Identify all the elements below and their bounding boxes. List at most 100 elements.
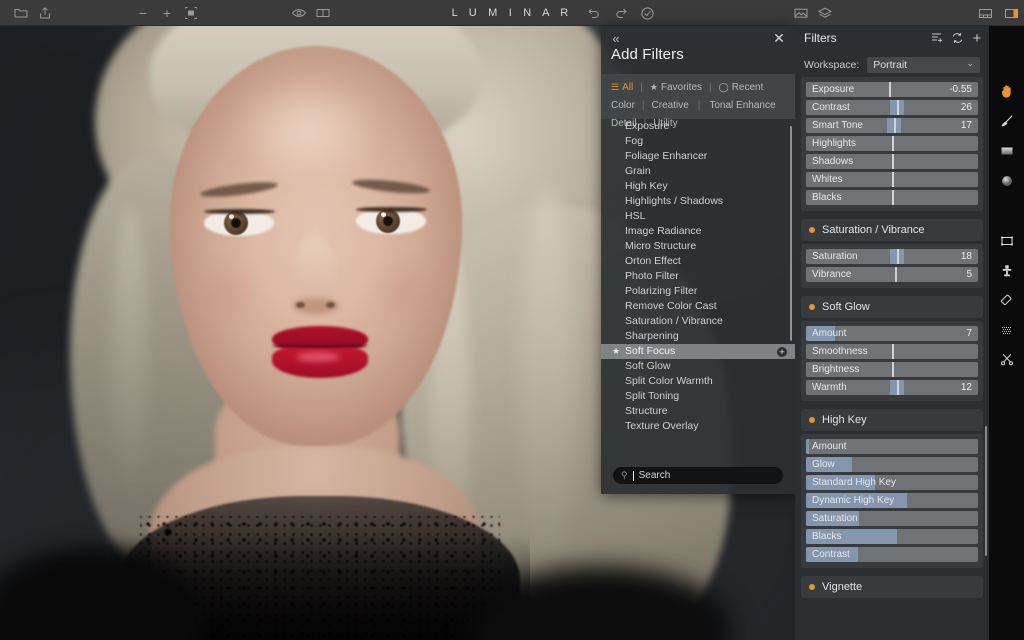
filters-panel-scrollbar[interactable] [985, 426, 987, 556]
filter-list-item-structure[interactable]: Structure [601, 404, 795, 419]
slider-standard-high-key[interactable]: Standard High Key [806, 475, 978, 490]
slider-amount[interactable]: Amount7 [806, 326, 978, 341]
export-share-icon[interactable] [32, 0, 58, 26]
slider-dynamic-high-key[interactable]: Dynamic High Key [806, 493, 978, 508]
slider-saturation[interactable]: Saturation [806, 511, 978, 526]
slider-glow[interactable]: Glow [806, 457, 978, 472]
crop-tool[interactable] [989, 226, 1024, 256]
tab-all[interactable]: ☰ All [611, 82, 633, 93]
tab-color[interactable]: Color [611, 100, 635, 111]
slider-brightness[interactable]: Brightness [806, 362, 978, 377]
slider-handle[interactable] [892, 344, 894, 359]
slider-handle[interactable] [894, 118, 896, 133]
reset-sync-icon[interactable] [949, 30, 965, 46]
filter-list-item-sharpening[interactable]: Sharpening [601, 329, 795, 344]
slider-blacks[interactable]: Blacks [806, 190, 978, 205]
denoise-tool[interactable] [989, 316, 1024, 346]
bottom-panel-toggle-icon[interactable] [972, 0, 998, 26]
zoom-out-icon[interactable]: − [130, 0, 156, 26]
workspace-select[interactable]: Portrait ⌄ [867, 57, 980, 73]
radial-mask-tool[interactable] [989, 166, 1024, 196]
compare-split-icon[interactable] [310, 0, 336, 26]
clone-stamp-tool[interactable] [989, 256, 1024, 286]
tab-recent[interactable]: ◯ Recent [719, 82, 764, 93]
slider-contrast[interactable]: Contrast26 [806, 100, 978, 115]
filter-list-item-split-color-warmth[interactable]: Split Color Warmth [601, 374, 795, 389]
redo-icon[interactable] [608, 0, 634, 26]
open-folder-icon[interactable] [8, 0, 34, 26]
apply-check-icon[interactable] [634, 0, 660, 26]
add-filter-plus-icon[interactable]: + [969, 30, 985, 46]
filter-section-header-high-key[interactable]: High Key [801, 409, 983, 431]
gradient-mask-tool[interactable] [989, 136, 1024, 166]
side-panel-toggle-icon[interactable] [998, 0, 1024, 26]
slider-contrast[interactable]: Contrast [806, 547, 978, 562]
scissors-tool[interactable] [989, 344, 1024, 374]
slider-smart-tone[interactable]: Smart Tone17 [806, 118, 978, 133]
slider-amount[interactable]: Amount [806, 439, 978, 454]
filter-list-item-saturation-vibrance[interactable]: Saturation / Vibrance [601, 314, 795, 329]
filter-list-item-grain[interactable]: Grain [601, 164, 795, 179]
slider-vibrance[interactable]: Vibrance5 [806, 267, 978, 282]
filter-section-header-saturation-vibrance[interactable]: Saturation / Vibrance [801, 219, 983, 241]
layers-icon[interactable] [812, 0, 838, 26]
slider-warmth[interactable]: Warmth12 [806, 380, 978, 395]
filter-list-item-foliage-enhancer[interactable]: Foliage Enhancer [601, 149, 795, 164]
filter-list-item-polarizing-filter[interactable]: Polarizing Filter [601, 284, 795, 299]
slider-smoothness[interactable]: Smoothness [806, 344, 978, 359]
hand-pan-tool[interactable] [989, 76, 1024, 106]
tab-tonal-enhance[interactable]: Tonal Enhance [709, 100, 775, 111]
favorite-star-icon[interactable]: ★ [612, 344, 620, 359]
filter-list-item-exposure[interactable]: Exposure [601, 119, 795, 134]
filter-list-item-highlights-shadows[interactable]: Highlights / Shadows [601, 194, 795, 209]
slider-handle[interactable] [892, 172, 894, 187]
slider-blacks[interactable]: Blacks [806, 529, 978, 544]
slider-handle[interactable] [897, 380, 899, 395]
filter-list-item-fog[interactable]: Fog [601, 134, 795, 149]
filter-list-item-split-toning[interactable]: Split Toning [601, 389, 795, 404]
slider-handle[interactable] [897, 249, 899, 264]
tab-creative[interactable]: Creative [652, 100, 689, 111]
filter-list-item-soft-focus[interactable]: ★Soft Focus+ [601, 344, 795, 359]
slider-handle[interactable] [892, 136, 894, 151]
slider-whites[interactable]: Whites [806, 172, 978, 187]
zoom-in-icon[interactable]: + [154, 0, 180, 26]
filter-list-item-photo-filter[interactable]: Photo Filter [601, 269, 795, 284]
filter-list-item-micro-structure[interactable]: Micro Structure [601, 239, 795, 254]
eraser-tool[interactable] [989, 286, 1024, 316]
filter-enabled-dot-icon[interactable] [809, 417, 815, 423]
filter-enabled-dot-icon[interactable] [809, 304, 815, 310]
brush-tool[interactable] [989, 106, 1024, 136]
undo-icon[interactable] [580, 0, 606, 26]
search-input[interactable]: ⚲ Search [613, 467, 783, 484]
filter-list[interactable]: ExposureFogFoliage EnhancerGrainHigh Key… [601, 119, 795, 449]
filter-list-item-soft-glow[interactable]: Soft Glow [601, 359, 795, 374]
add-filter-icon[interactable]: + [777, 347, 787, 357]
filters-sections[interactable]: Exposure-0.55 Contrast26 Smart Tone17 Highl… [795, 77, 989, 640]
filter-enabled-dot-icon[interactable] [809, 227, 815, 233]
filter-section-header-vignette[interactable]: Vignette [801, 576, 983, 598]
filter-list-scrollbar[interactable] [790, 126, 792, 341]
filter-list-item-high-key[interactable]: High Key [601, 179, 795, 194]
filter-section-header-soft-glow[interactable]: Soft Glow [801, 296, 983, 318]
slider-handle[interactable] [892, 154, 894, 169]
preview-eye-icon[interactable] [286, 0, 312, 26]
filter-enabled-dot-icon[interactable] [809, 584, 815, 590]
slider-handle[interactable] [895, 267, 897, 282]
image-thumbnail-icon[interactable] [788, 0, 814, 26]
filter-list-item-remove-color-cast[interactable]: Remove Color Cast [601, 299, 795, 314]
slider-saturation[interactable]: Saturation18 [806, 249, 978, 264]
filter-list-item-orton-effect[interactable]: Orton Effect [601, 254, 795, 269]
collapse-panel-icon[interactable]: « [608, 30, 624, 46]
close-icon[interactable]: ✕ [771, 30, 787, 46]
slider-handle[interactable] [892, 362, 894, 377]
slider-handle[interactable] [897, 100, 899, 115]
fit-to-screen-icon[interactable] [178, 0, 204, 26]
filter-list-item-hsl[interactable]: HSL [601, 209, 795, 224]
filter-list-item-texture-overlay[interactable]: Texture Overlay [601, 419, 795, 434]
slider-shadows[interactable]: Shadows [806, 154, 978, 169]
slider-handle[interactable] [892, 190, 894, 205]
slider-handle[interactable] [889, 82, 891, 97]
slider-exposure[interactable]: Exposure-0.55 [806, 82, 978, 97]
slider-highlights[interactable]: Highlights [806, 136, 978, 151]
